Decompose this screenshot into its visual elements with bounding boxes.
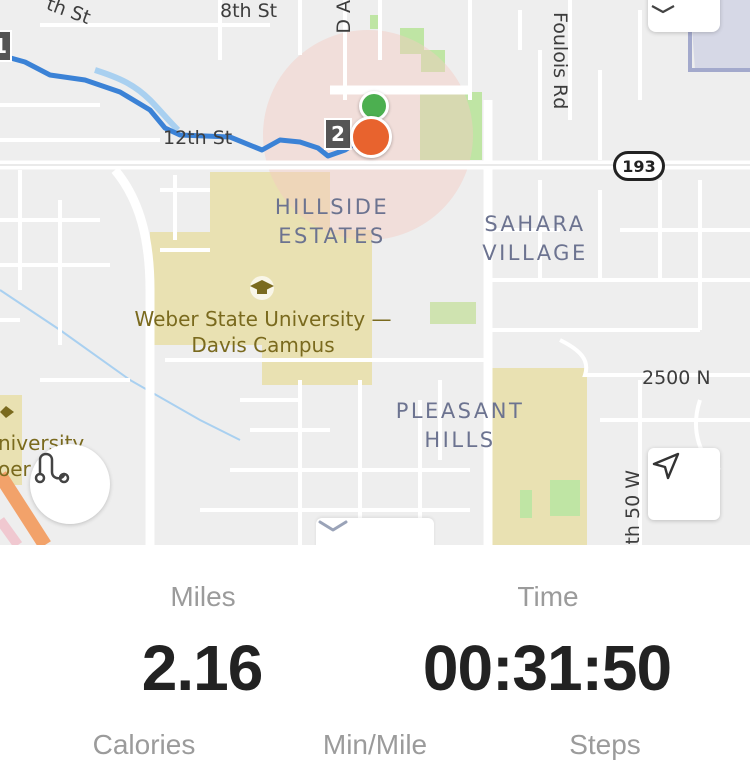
street-label-2500n: 2500 N: [642, 367, 711, 389]
poi-label-line: Weber State University —: [134, 307, 392, 331]
split-marker-1[interactable]: 1: [0, 30, 12, 62]
area-label-line: ESTATES: [278, 224, 386, 248]
chevron-down-icon: [318, 520, 348, 532]
street-label-50w: th 50 W: [622, 470, 644, 545]
freeway-ramp: [0, 517, 23, 545]
route-toggle-button[interactable]: [30, 444, 110, 524]
area-label-pleasant-hills: PLEASANT HILLS: [385, 397, 535, 455]
map-view[interactable]: 8th St 12th St Foulois Rd 2500 N D A th …: [0, 0, 750, 545]
area-label-line: HILLSIDE: [274, 195, 390, 219]
map-canvas: [0, 0, 750, 545]
stat-label-miles: Miles: [170, 581, 236, 612]
stat-label-time: Time: [517, 581, 579, 612]
stats-panel: Miles 2.16 Time 00:31:50 Calories Min/Mi…: [0, 545, 750, 760]
street-label-d: D A: [333, 0, 355, 34]
map-layers-button[interactable]: [648, 0, 720, 32]
area-label-line: VILLAGE: [482, 241, 588, 265]
poi-label-line: Davis Campus: [191, 333, 335, 357]
split-marker-2[interactable]: 2: [324, 118, 352, 150]
route-shield-193: 193: [613, 151, 665, 181]
university-icon: [250, 276, 274, 300]
street-label-8th: 8th St: [220, 0, 278, 22]
layers-icon: [651, 5, 675, 14]
end-marker[interactable]: [350, 116, 392, 158]
stat-value-time: 00:31:50: [422, 632, 672, 704]
locate-arrow-icon: [652, 452, 680, 480]
poi-label-weber-state-davis: Weber State University — Davis Campus: [124, 306, 402, 358]
area-label-line: PLEASANT: [395, 399, 525, 423]
stat-label-steps: Steps: [569, 729, 641, 760]
street-label-12th: 12th St: [163, 127, 233, 149]
street-label-foulois: Foulois Rd: [549, 12, 571, 110]
panel-collapse-handle[interactable]: [316, 518, 434, 545]
stat-value-miles: 2.16: [141, 632, 264, 704]
area-label-line: HILLS: [424, 428, 496, 452]
area-label-line: SAHARA: [484, 212, 586, 236]
area-label-sahara-village: SAHARA VILLAGE: [470, 210, 600, 268]
area-label-hillside-estates: HILLSIDE ESTATES: [262, 193, 402, 251]
park: [520, 490, 532, 518]
park: [550, 480, 580, 516]
park: [430, 302, 476, 324]
campus-area-east: [491, 368, 587, 545]
locate-me-button[interactable]: [648, 448, 720, 520]
route-toggle-icon: [34, 452, 70, 484]
